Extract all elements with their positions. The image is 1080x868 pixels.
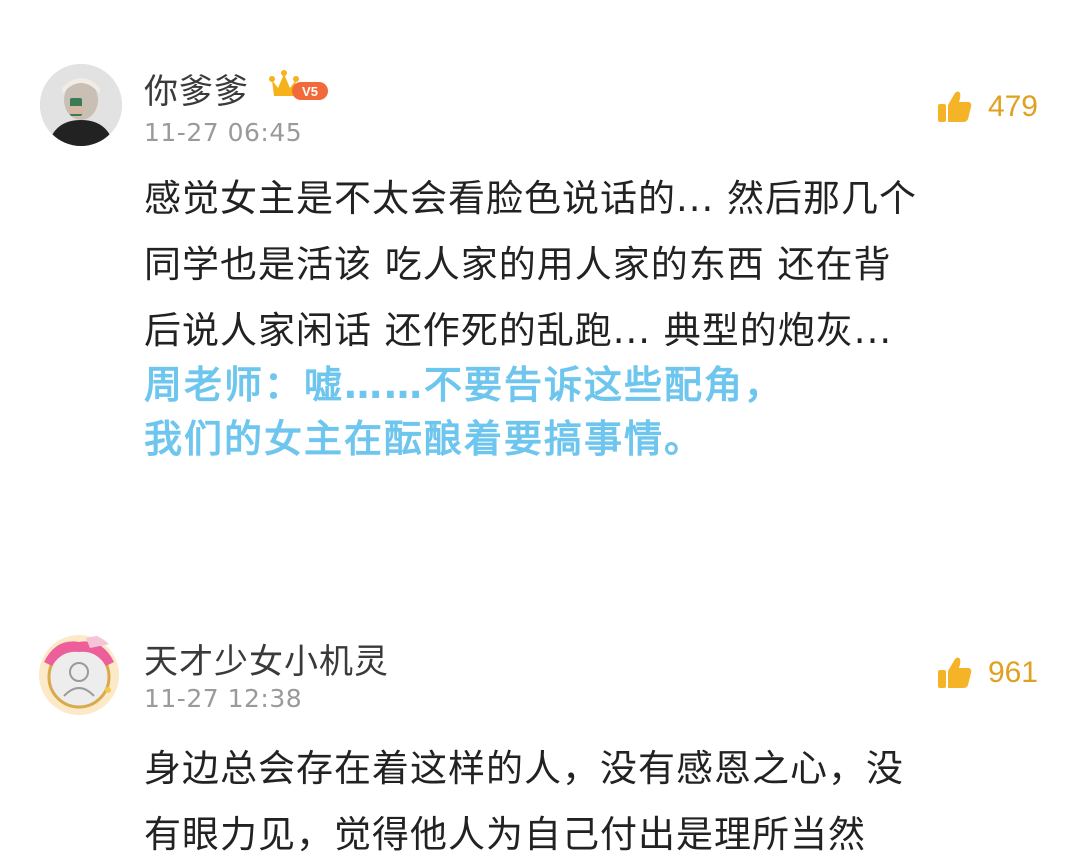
comment-time: 11-27 12:38 bbox=[144, 684, 303, 713]
comment-text-line: 身边总会存在着这样的人，没有感恩之心，没 bbox=[144, 747, 904, 790]
comment-time: 11-27 06:45 bbox=[144, 118, 303, 147]
like-button[interactable]: 479 bbox=[936, 88, 1038, 126]
editor-annotation: 周老师：嘘……不要告诉这些配角， 我们的女主在酝酿着要搞事情。 bbox=[144, 358, 784, 466]
avatar-photo bbox=[40, 64, 122, 146]
annotation-line: 周老师：嘘……不要告诉这些配角， bbox=[144, 363, 785, 407]
vip-level-label: V5 bbox=[302, 84, 318, 99]
comment-item: 你爹爹 V5 11-27 06:45 479 感觉女主是不太会看脸色说话的...… bbox=[0, 0, 1080, 560]
comment-text: 身边总会存在着这样的人，没有感恩之心，没 有眼力见，觉得他人为自己付出是理所当然 bbox=[144, 736, 1044, 868]
comment-item: 天才少女小机灵 11-27 12:38 961 身边总会存在着这样的人，没有感恩… bbox=[0, 560, 1080, 856]
comment-text-line: 同学也是活该 吃人家的用人家的东西 还在背 bbox=[144, 243, 892, 286]
user-avatar[interactable] bbox=[36, 632, 122, 718]
like-count: 961 bbox=[987, 656, 1038, 689]
like-count: 479 bbox=[987, 90, 1038, 123]
crown-vip-icon: V5 bbox=[269, 70, 328, 100]
comment-text-line: 感觉女主是不太会看脸色说话的... 然后那几个 bbox=[144, 177, 918, 220]
comment-text-line: 有眼力见，觉得他人为自己付出是理所当然 bbox=[144, 813, 866, 856]
thumbs-up-icon bbox=[937, 657, 972, 688]
username[interactable]: 你爹爹 bbox=[144, 64, 249, 113]
avatar-frame-icon bbox=[39, 634, 119, 715]
comment-text-line: 后说人家闲话 还作死的乱跑... 典型的炮灰... bbox=[144, 309, 893, 352]
annotation-line: 我们的女主在酝酿着要搞事情。 bbox=[144, 417, 705, 461]
thumbs-up-icon bbox=[937, 91, 972, 122]
comment-text: 感觉女主是不太会看脸色说话的... 然后那几个 同学也是活该 吃人家的用人家的东… bbox=[144, 166, 1044, 364]
username[interactable]: 天才少女小机灵 bbox=[144, 634, 389, 683]
user-avatar[interactable] bbox=[40, 64, 122, 146]
like-button[interactable]: 961 bbox=[936, 654, 1038, 692]
